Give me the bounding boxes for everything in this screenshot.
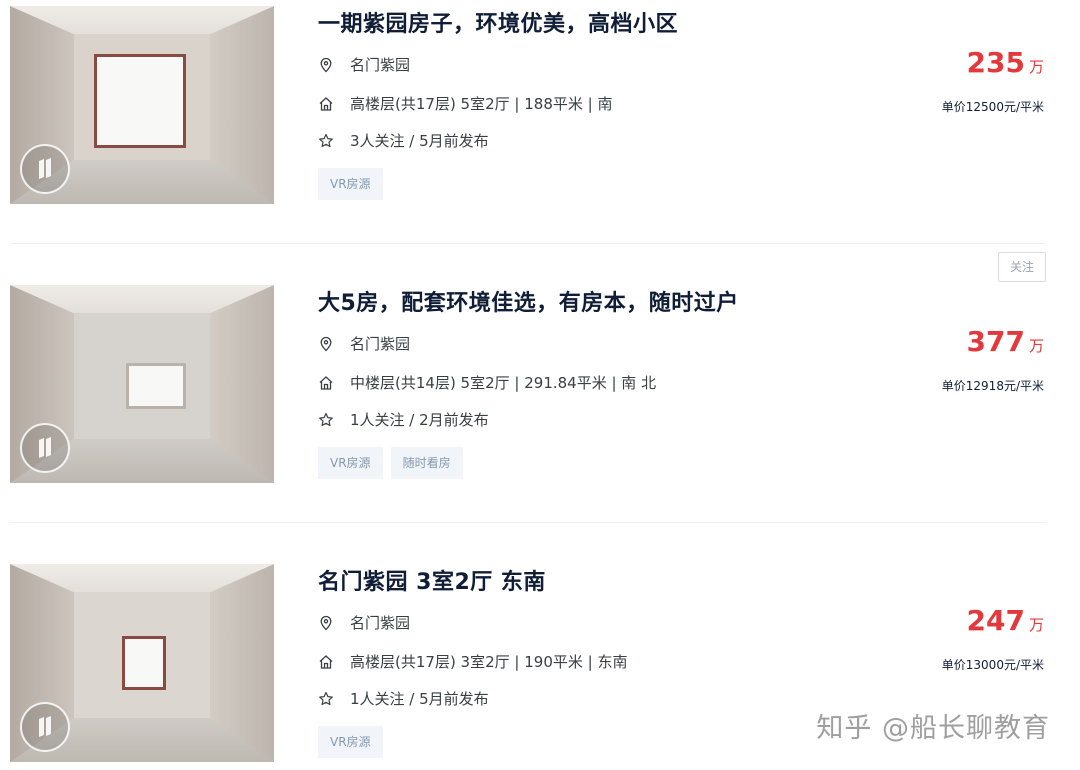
tag-list: VR房源 (318, 726, 383, 758)
follow-info-row: 1人关注 / 5月前发布 (318, 688, 489, 709)
tag-viewing: 随时看房 (390, 447, 463, 479)
price-value: 247 (966, 604, 1025, 637)
vr-logo-icon[interactable] (20, 423, 70, 473)
community-link[interactable]: 名门紫园 (350, 54, 410, 75)
unit-price: 单价13000元/平米 (941, 658, 1044, 672)
price-unit: 万 (1028, 337, 1044, 355)
house-info-row: 高楼层(共17层) 3室2厅 | 190平米 | 东南 (318, 651, 627, 672)
vr-logo-icon[interactable] (20, 702, 70, 752)
house-info-row: 中楼层(共14层) 5室2厅 | 291.84平米 | 南 北 (318, 372, 656, 393)
listing-photo[interactable] (10, 6, 274, 204)
total-price: 235 万 (967, 46, 1044, 79)
community-link[interactable]: 名门紫园 (350, 333, 410, 354)
watermark: 知乎 @船长聊教育 (816, 713, 1050, 744)
star-icon (318, 412, 334, 428)
total-price: 247 万 (967, 604, 1044, 637)
total-price: 377 万 (967, 325, 1044, 358)
tag-vr: VR房源 (318, 168, 383, 200)
listing-title[interactable]: 名门紫园 3室2厅 东南 (318, 564, 546, 596)
location-pin-icon (318, 615, 334, 631)
listing-title[interactable]: 一期紫园房子，环境优美，高档小区 (318, 6, 678, 38)
listing-title[interactable]: 大5房，配套环境佳选，有房本，随时过户 (318, 285, 739, 317)
listing-card[interactable]: 一期紫园房子，环境优美，高档小区 名门紫园 高楼层(共17层) 5室2厅 | 1… (0, 6, 1080, 206)
community-row: 名门紫园 (318, 54, 410, 75)
unit-price: 单价12500元/平米 (941, 100, 1044, 114)
tag-list: VR房源 (318, 168, 383, 200)
house-info-row: 高楼层(共17层) 5室2厅 | 188平米 | 南 (318, 93, 612, 114)
listing-card[interactable]: 大5房，配套环境佳选，有房本，随时过户 名门紫园 中楼层(共14层) 5室2厅 … (0, 285, 1080, 485)
divider (10, 243, 1046, 244)
unit-price: 单价12918元/平米 (941, 379, 1044, 393)
community-row: 名门紫园 (318, 612, 410, 633)
tag-vr: VR房源 (318, 726, 383, 758)
price-value: 235 (966, 46, 1025, 79)
house-info-text: 中楼层(共14层) 5室2厅 | 291.84平米 | 南 北 (350, 374, 657, 392)
price-value: 377 (966, 325, 1025, 358)
location-pin-icon (318, 57, 334, 73)
follow-info-text: 1人关注 / 5月前发布 (350, 690, 489, 708)
photo-window (122, 636, 166, 690)
photo-window (126, 363, 186, 409)
location-pin-icon (318, 336, 334, 352)
house-info-text: 高楼层(共17层) 5室2厅 | 188平米 | 南 (350, 95, 613, 113)
tag-vr: VR房源 (318, 447, 383, 479)
follow-info-row: 1人关注 / 2月前发布 (318, 409, 489, 430)
house-icon (318, 654, 334, 670)
divider (10, 522, 1046, 523)
tag-list: VR房源 随时看房 (318, 447, 463, 479)
follow-info-row: 3人关注 / 5月前发布 (318, 130, 489, 151)
house-icon (318, 375, 334, 391)
house-info-text: 高楼层(共17层) 3室2厅 | 190平米 | 东南 (350, 653, 628, 671)
community-row: 名门紫园 (318, 333, 410, 354)
follow-button[interactable]: 关注 (998, 252, 1046, 282)
price-unit: 万 (1028, 58, 1044, 76)
star-icon (318, 133, 334, 149)
house-icon (318, 96, 334, 112)
listing-photo[interactable] (10, 285, 274, 483)
price-unit: 万 (1028, 616, 1044, 634)
photo-window (94, 54, 186, 148)
follow-info-text: 1人关注 / 2月前发布 (350, 411, 489, 429)
follow-info-text: 3人关注 / 5月前发布 (350, 132, 489, 150)
star-icon (318, 691, 334, 707)
vr-logo-icon[interactable] (20, 144, 70, 194)
community-link[interactable]: 名门紫园 (350, 612, 410, 633)
listing-photo[interactable] (10, 564, 274, 762)
